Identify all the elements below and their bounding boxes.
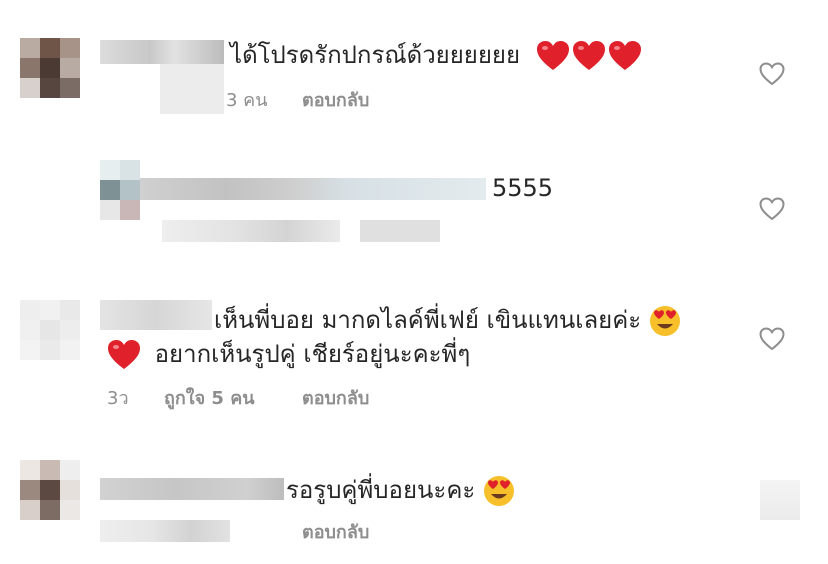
comment-meta-blurred [100,520,230,542]
heart-outline-icon[interactable] [759,327,785,351]
red-heart-emoji [107,339,141,371]
username-blurred-2 [160,64,224,114]
username-blurred[interactable] [100,478,284,500]
like-button-blurred[interactable] [760,480,800,520]
comment-text: 5555 [492,174,554,202]
red-heart-emoji [608,40,642,72]
avatar[interactable] [20,300,80,360]
avatar[interactable] [20,38,80,98]
reply-button[interactable]: ตอบกลับ [302,521,369,545]
like-count[interactable]: 3 คน [226,89,268,113]
heart-outline-icon[interactable] [759,197,785,221]
reply-button[interactable]: ตอบกลับ [302,387,369,411]
comment-text-line2: อยากเห็นรูปคู่ เชียร์อยู่นะคะพี่ๆ [107,337,470,371]
heart-eyes-emoji [649,305,681,337]
avatar[interactable] [20,460,80,520]
username-blurred[interactable] [100,40,224,64]
reply-button[interactable]: ตอบกลับ [302,89,369,113]
like-count[interactable]: ถูกใจ 5 คน [164,387,255,411]
comment-text: รอรูบคู่พี่บอยนะคะ [286,473,515,507]
heart-eyes-emoji [483,475,515,507]
red-heart-emoji [536,40,570,72]
comment-meta-blurred [162,220,340,242]
avatar[interactable] [100,160,140,220]
heart-outline-icon[interactable] [759,62,785,86]
comment-text: ได้โปรดรักปกรณ์ด้วยยยยยย [230,38,642,72]
username-blurred[interactable] [100,300,212,330]
red-heart-emoji [572,40,606,72]
comment-text-line1: เห็นพี่บอย มากดไลค์พี่เฟย์ เขินแทนเลยค่ะ [214,303,681,337]
username-blurred[interactable] [140,178,486,200]
reply-blurred [360,220,440,242]
comment-time: 3ว [107,388,129,409]
